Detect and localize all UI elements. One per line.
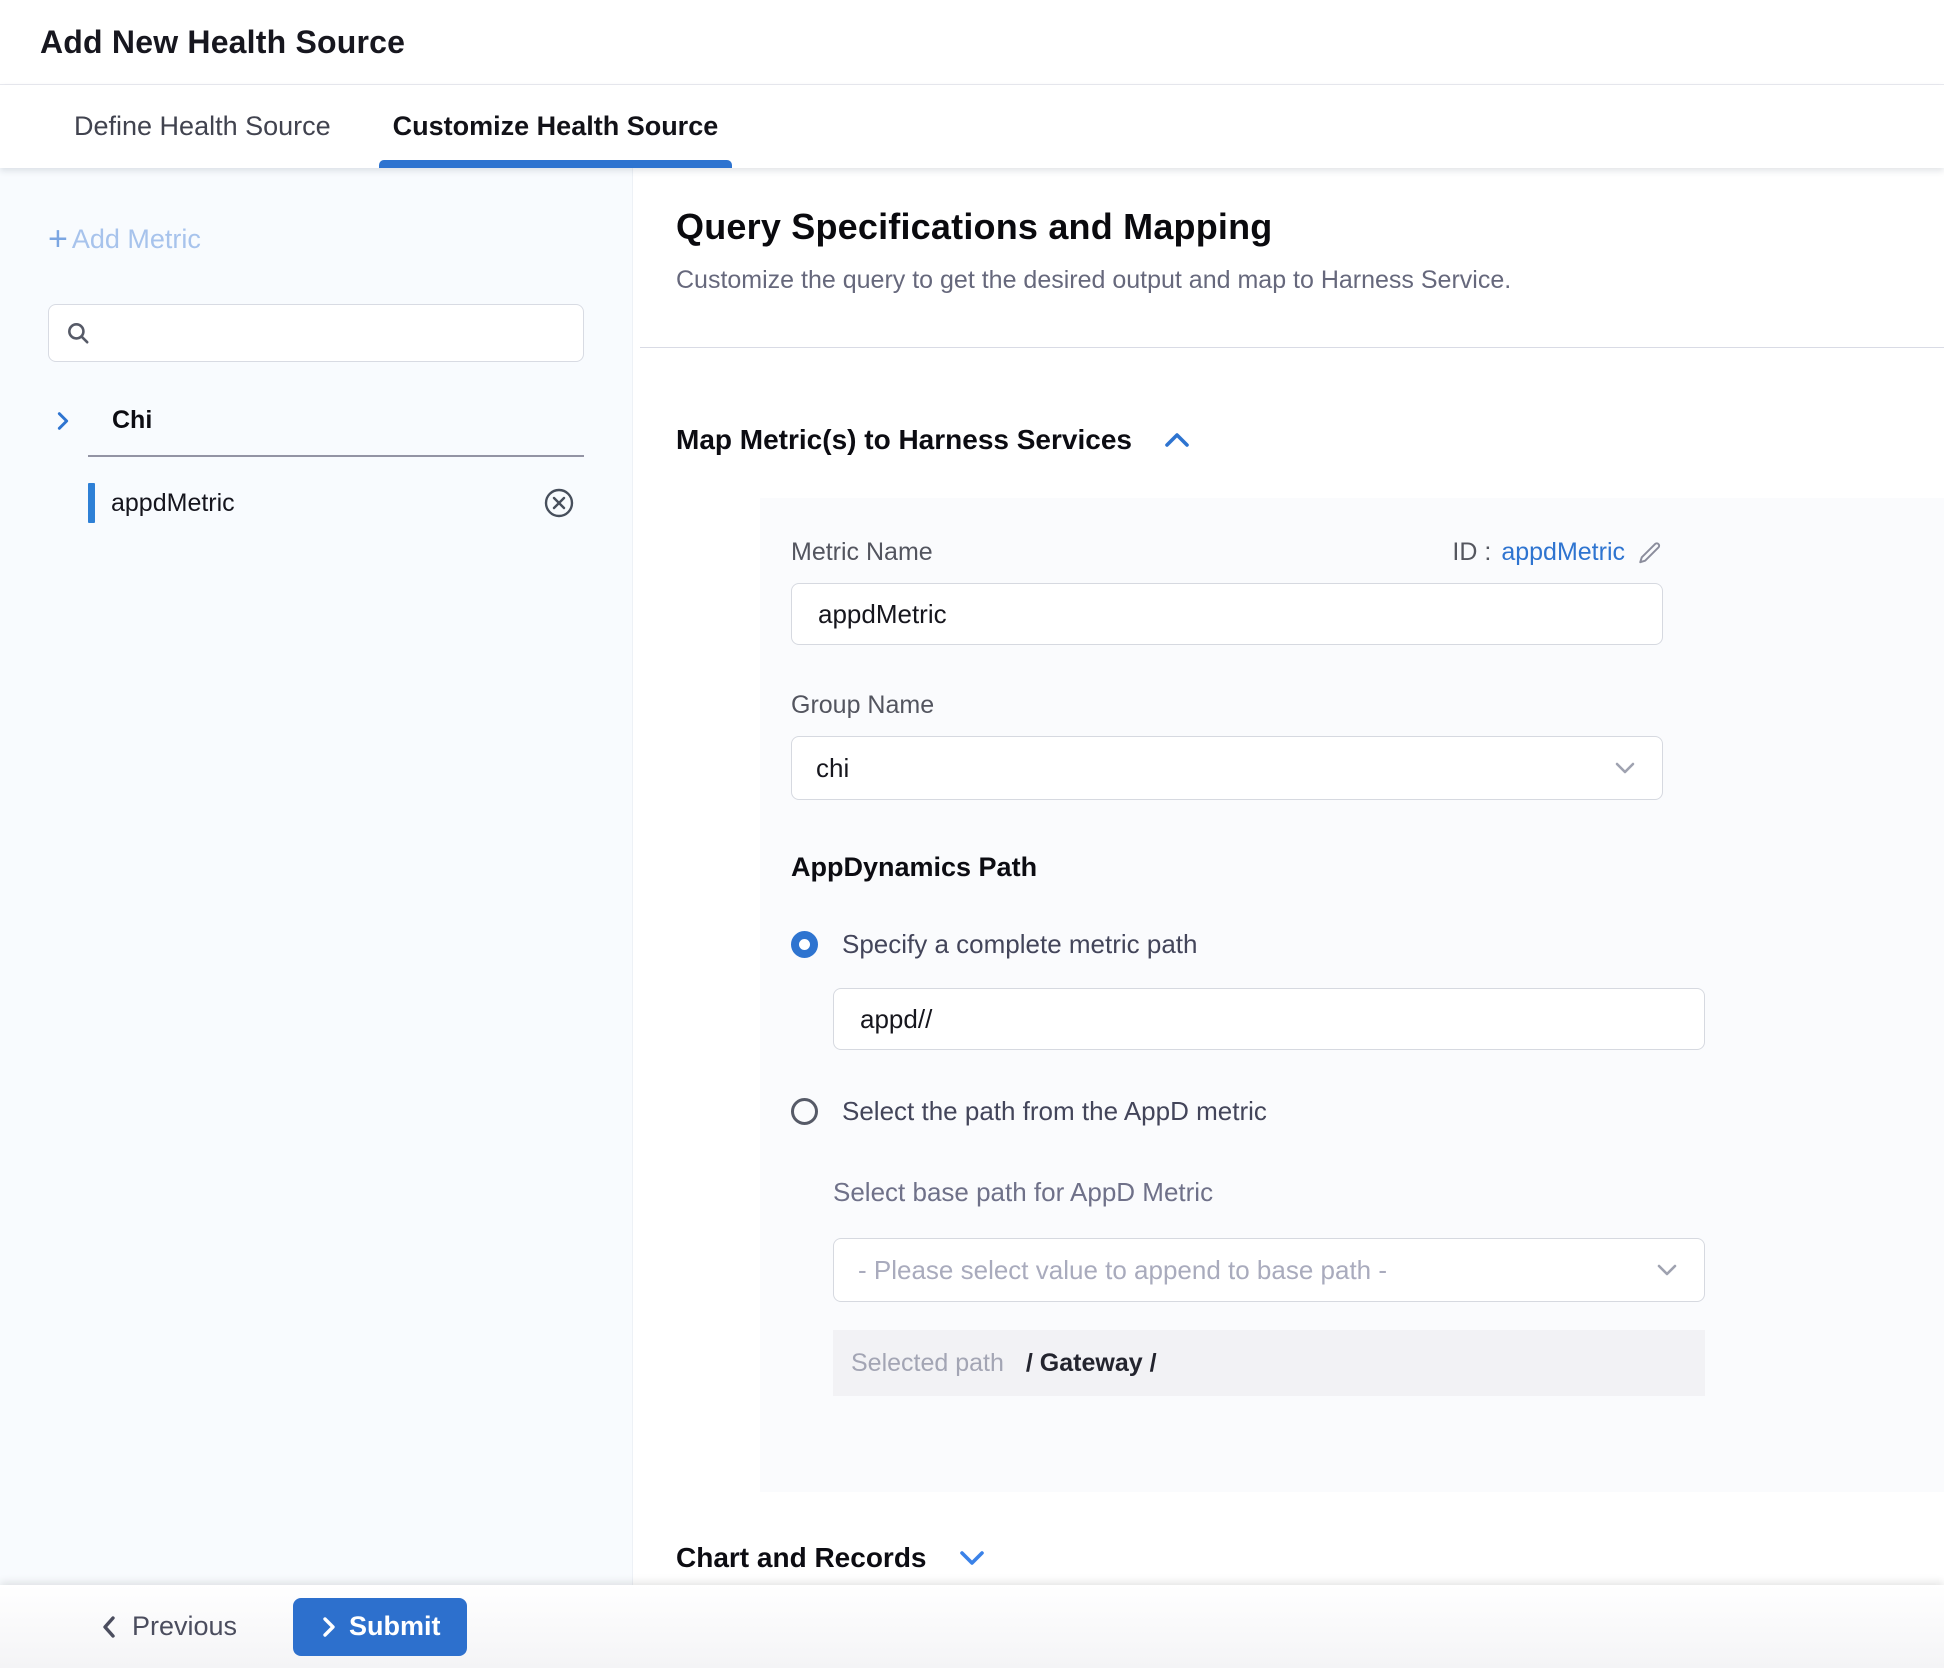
map-metrics-heading: Map Metric(s) to Harness Services [676,424,1132,456]
radio-complete-path-label: Specify a complete metric path [842,929,1198,960]
base-path-placeholder: - Please select value to append to base … [858,1255,1654,1286]
tab-customize-label: Customize Health Source [393,111,719,142]
radio-complete-metric-path[interactable]: Specify a complete metric path [791,929,1944,960]
tab-customize-health-source[interactable]: Customize Health Source [379,85,733,168]
selected-path-row: Selected path / Gateway / [833,1330,1705,1396]
metric-name-input[interactable] [791,583,1663,645]
chevron-left-icon [98,1614,120,1640]
metric-item-label: appdMetric [111,489,235,518]
edit-pencil-icon[interactable] [1637,540,1663,566]
panel-subtitle: Customize the query to get the desired o… [676,266,1944,295]
plus-icon: + [48,222,68,256]
base-path-label: Select base path for AppD Metric [833,1177,1944,1208]
radio-select-appd-path[interactable]: Select the path from the AppD metric [791,1096,1944,1127]
radio-select-path-label: Select the path from the AppD metric [842,1096,1267,1127]
map-metrics-card: Metric Name ID : appdMetric Group Name c… [760,498,1944,1492]
group-name-value: chi [816,753,1612,784]
selected-path-value: / Gateway / [1026,1349,1157,1378]
metric-name-label: Metric Name [791,538,933,567]
metric-search-input[interactable] [103,319,567,347]
metric-group-label: Chi [112,406,152,435]
metric-sidebar: + Add Metric Chi appdMetric [0,168,633,1585]
selected-path-label: Selected path [851,1349,1004,1378]
appdynamics-path-heading: AppDynamics Path [791,852,1944,883]
add-metric-button[interactable]: + Add Metric [48,222,584,256]
chevron-right-icon [319,1615,339,1639]
group-divider [88,455,584,457]
chevron-up-icon[interactable] [1162,428,1192,452]
tab-define-health-source[interactable]: Define Health Source [60,85,345,168]
metric-list-item[interactable]: appdMetric [88,475,584,531]
previous-button[interactable]: Previous [98,1611,237,1642]
base-path-select[interactable]: - Please select value to append to base … [833,1238,1705,1302]
chevron-down-icon[interactable] [957,1546,987,1570]
chart-records-heading: Chart and Records [676,1542,927,1574]
radio-unselected-icon[interactable] [791,1098,818,1125]
tab-define-label: Define Health Source [74,111,331,142]
panel-divider [640,347,1944,348]
metric-id-value[interactable]: appdMetric [1501,538,1625,567]
page-title: Add New Health Source [40,24,405,61]
chevron-down-icon [1654,1260,1680,1280]
page-header: Add New Health Source [0,0,1944,85]
chevron-down-icon [1612,758,1638,778]
selected-indicator-bar [88,483,95,523]
wizard-tabbar: Define Health Source Customize Health So… [0,85,1944,168]
wizard-footer: Previous Submit [0,1585,1944,1668]
group-name-label: Group Name [791,691,1944,720]
radio-selected-icon[interactable] [791,931,818,958]
group-name-select[interactable]: chi [791,736,1663,800]
complete-metric-path-input[interactable] [833,988,1705,1050]
submit-label: Submit [349,1611,441,1642]
panel-title: Query Specifications and Mapping [676,206,1944,248]
submit-button[interactable]: Submit [293,1598,467,1656]
query-spec-panel: Query Specifications and Mapping Customi… [633,168,1944,1585]
metric-search-box[interactable] [48,304,584,362]
metric-id-label: ID : [1452,538,1491,567]
add-metric-label: Add Metric [72,224,201,255]
previous-label: Previous [132,1611,237,1642]
metric-group-row[interactable]: Chi [48,406,584,435]
chart-records-section-toggle[interactable]: Chart and Records [676,1542,1944,1574]
search-icon [65,320,91,346]
map-metrics-section-toggle[interactable]: Map Metric(s) to Harness Services [676,424,1944,456]
remove-metric-icon[interactable] [542,486,576,520]
chevron-right-icon[interactable] [52,410,74,432]
content-row: + Add Metric Chi appdMetric [0,168,1944,1585]
